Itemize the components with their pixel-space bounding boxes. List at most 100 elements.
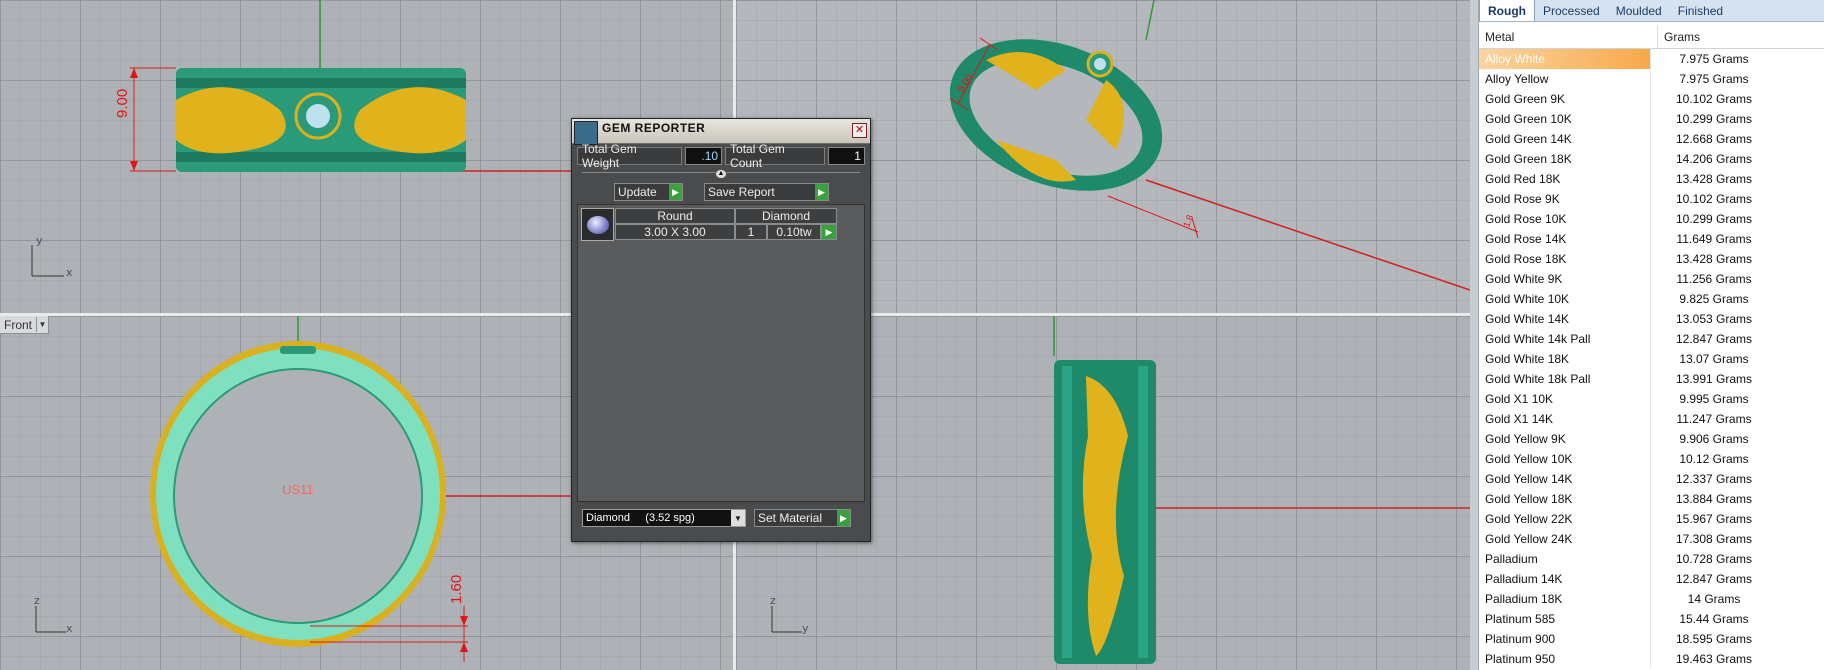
grams-cell: 14.206 Grams (1675, 152, 1753, 166)
tab-finished[interactable]: Finished (1670, 1, 1731, 21)
table-row[interactable]: Alloy White 7.975 Grams (1479, 49, 1824, 69)
metal-name-cell: Alloy White (1479, 49, 1651, 69)
play-icon: ▶ (837, 510, 850, 526)
gem-weight: 0.10tw (767, 224, 821, 240)
grams-cell: 10.12 Grams (1679, 452, 1749, 466)
table-row[interactable]: Gold White 10K 9.825 Grams (1479, 289, 1824, 309)
table-row[interactable]: Palladium 18K 14 Grams (1479, 589, 1824, 609)
axis-label-x: x (66, 266, 73, 279)
table-row[interactable]: Gold Green 9K 10.102 Grams (1479, 89, 1824, 109)
metal-name-cell: Gold Red 18K (1479, 169, 1651, 189)
tab-processed[interactable]: Processed (1535, 1, 1608, 21)
metal-name-cell: Platinum 950 (1479, 649, 1651, 669)
grams-cell: 13.884 Grams (1675, 492, 1753, 506)
play-icon: ▶ (669, 184, 682, 200)
axis-label-y: y (802, 622, 809, 635)
ring-size-label: US11 (282, 482, 314, 497)
table-row[interactable]: Gold Yellow 18K 13.884 Grams (1479, 489, 1824, 509)
table-row[interactable]: Gold Yellow 14K 12.337 Grams (1479, 469, 1824, 489)
metal-name-cell: Gold White 14K (1479, 309, 1651, 329)
grams-cell: 9.906 Grams (1679, 432, 1749, 446)
metal-name-cell: Gold X1 14K (1479, 409, 1651, 429)
grams-cell: 12.668 Grams (1675, 132, 1753, 146)
grams-cell: 12.847 Grams (1675, 572, 1753, 586)
set-material-button[interactable]: Set Material ▶ (754, 509, 851, 527)
grams-cell: 12.847 Grams (1675, 332, 1753, 346)
table-row[interactable]: Palladium 10.728 Grams (1479, 549, 1824, 569)
table-row[interactable]: Gold White 9K 11.256 Grams (1479, 269, 1824, 289)
front-view-label: Front (4, 317, 33, 332)
metal-table-body: Alloy White 7.975 Grams Alloy Yellow 7.975 … (1479, 49, 1824, 669)
metal-name-cell: Gold Yellow 18K (1479, 489, 1651, 509)
save-report-button-label: Save Report (708, 185, 775, 199)
axis-label-z: z (770, 594, 776, 607)
table-row[interactable]: Palladium 14K 12.847 Grams (1479, 569, 1824, 589)
table-row[interactable]: Gold Yellow 22K 15.967 Grams (1479, 509, 1824, 529)
table-header: Metal Grams (1479, 26, 1824, 49)
gem-count: 1 (735, 224, 767, 240)
tab-moulded[interactable]: Moulded (1608, 1, 1670, 21)
gem-shape: Round (615, 208, 735, 224)
table-row[interactable]: Gold White 18K 13.07 Grams (1479, 349, 1824, 369)
metal-name-cell: Alloy Yellow (1479, 69, 1651, 89)
table-row[interactable]: Gold Red 18K 13.428 Grams (1479, 169, 1824, 189)
table-row[interactable]: Gold Yellow 9K 9.906 Grams (1479, 429, 1824, 449)
metal-name-cell: Gold Green 14K (1479, 129, 1651, 149)
metal-name-cell: Gold White 18K (1479, 349, 1651, 369)
material-select-value: Diamond (3.52 spg) (586, 512, 695, 524)
tab-rough[interactable]: Rough (1479, 0, 1535, 21)
update-button[interactable]: Update ▶ (614, 183, 683, 201)
front-view-tab[interactable]: Front ▼ (0, 316, 50, 334)
center-gem (306, 104, 330, 128)
table-row[interactable]: Alloy Yellow 7.975 Grams (1479, 69, 1824, 89)
close-icon[interactable]: ✕ (852, 123, 867, 138)
table-row[interactable]: Platinum 950 19.463 Grams (1479, 649, 1824, 669)
slider-handle[interactable]: ▲ (715, 169, 727, 179)
metal-name-cell: Gold Green 10K (1479, 109, 1651, 129)
dialog-titlebar[interactable]: GEM REPORTER ✕ (572, 119, 870, 145)
table-row[interactable]: Gold X1 10K 9.995 Grams (1479, 389, 1824, 409)
grams-cell: 13.991 Grams (1675, 372, 1753, 386)
table-row[interactable]: Gold Green 14K 12.668 Grams (1479, 129, 1824, 149)
metal-name-cell: Gold X1 10K (1479, 389, 1651, 409)
table-row[interactable]: Gold White 14k Pall 12.847 Grams (1479, 329, 1824, 349)
table-row[interactable]: Gold Rose 10K 10.299 Grams (1479, 209, 1824, 229)
material-select[interactable]: Diamond (3.52 spg) ▼ (582, 509, 746, 527)
table-row[interactable]: Gold Rose 9K 10.102 Grams (1479, 189, 1824, 209)
table-row[interactable]: Gold Yellow 10K 10.12 Grams (1479, 449, 1824, 469)
axis-label-z: z (34, 594, 40, 607)
grams-cell: 9.825 Grams (1679, 292, 1749, 306)
column-header-grams[interactable]: Grams (1658, 26, 1700, 48)
grams-cell: 18.595 Grams (1675, 632, 1753, 646)
table-row[interactable]: Platinum 585 15.44 Grams (1479, 609, 1824, 629)
gem-detail-button[interactable]: ▶ (821, 224, 837, 240)
total-gem-count-value: 1 (828, 147, 865, 165)
table-row[interactable]: Gold Rose 18K 13.428 Grams (1479, 249, 1824, 269)
weight-tabs: Rough Processed Moulded Finished (1479, 0, 1824, 22)
axis-label-y: y (36, 234, 43, 247)
round-gem-icon (581, 208, 614, 241)
grams-cell: 12.337 Grams (1675, 472, 1753, 486)
table-row[interactable]: Gold Green 10K 10.299 Grams (1479, 109, 1824, 129)
metal-name-cell: Gold White 10K (1479, 289, 1651, 309)
grams-cell: 15.967 Grams (1675, 512, 1753, 526)
table-row[interactable]: Gold X1 14K 11.247 Grams (1479, 409, 1824, 429)
chevron-down-icon[interactable]: ▼ (36, 317, 48, 332)
axis-label-x: x (66, 622, 73, 635)
gem-list-item[interactable]: Round Diamond 3.00 X 3.00 1 0.10tw ▶ (581, 208, 841, 242)
metal-name-cell: Gold Yellow 22K (1479, 509, 1651, 529)
save-report-button[interactable]: Save Report ▶ (704, 183, 829, 201)
gem-type: Diamond (735, 208, 837, 224)
table-row[interactable]: Gold White 14K 13.053 Grams (1479, 309, 1824, 329)
grams-cell: 10.728 Grams (1675, 552, 1753, 566)
column-header-metal[interactable]: Metal (1479, 26, 1658, 48)
grams-cell: 15.44 Grams (1679, 612, 1749, 626)
table-row[interactable]: Gold Rose 14K 11.649 Grams (1479, 229, 1824, 249)
table-row[interactable]: Gold Yellow 24K 17.308 Grams (1479, 529, 1824, 549)
grams-cell: 13.428 Grams (1675, 172, 1753, 186)
table-row[interactable]: Gold White 18k Pall 13.991 Grams (1479, 369, 1824, 389)
metal-name-cell: Gold Yellow 9K (1479, 429, 1651, 449)
grams-cell: 7.975 Grams (1679, 72, 1749, 86)
table-row[interactable]: Gold Green 18K 14.206 Grams (1479, 149, 1824, 169)
table-row[interactable]: Platinum 900 18.595 Grams (1479, 629, 1824, 649)
